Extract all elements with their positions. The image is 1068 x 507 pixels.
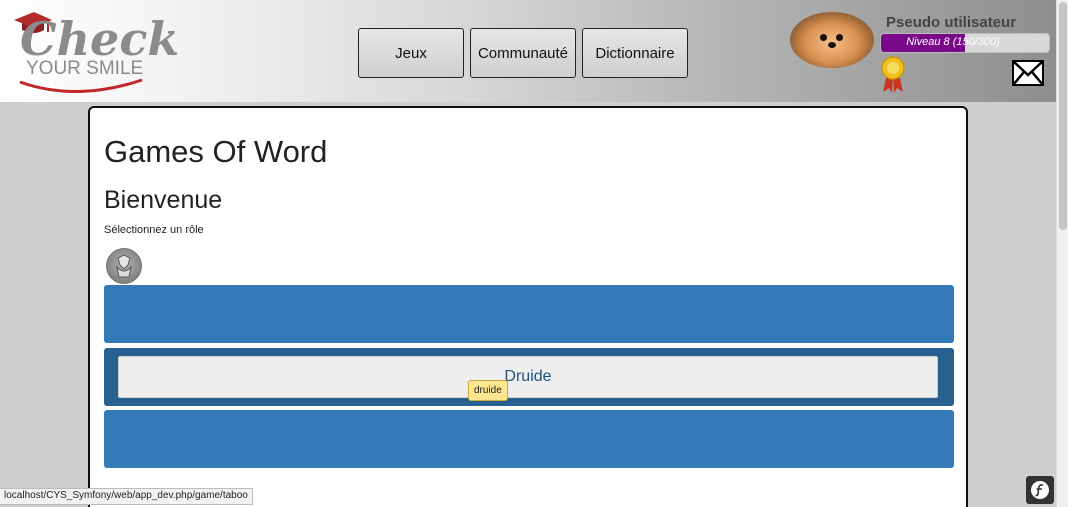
nav-dictionnaire-button[interactable]: Dictionnaire bbox=[582, 28, 688, 78]
site-header: Check YOUR SMILE Jeux Communauté Diction… bbox=[0, 0, 1056, 102]
role-row[interactable] bbox=[104, 410, 954, 468]
symfony-icon[interactable] bbox=[1026, 476, 1054, 504]
level-text: Niveau 8 (150/300) bbox=[906, 36, 1000, 48]
level-progress-bar: Niveau 8 (150/300) bbox=[880, 33, 1050, 53]
role-druide-button[interactable]: Druide bbox=[118, 356, 938, 398]
game-panel: Games Of Word Bienvenue Sélectionnez un … bbox=[88, 106, 968, 507]
user-avatar[interactable] bbox=[790, 12, 874, 68]
tooltip: druide bbox=[468, 380, 508, 401]
scrollbar-thumb[interactable] bbox=[1059, 2, 1067, 230]
site-logo[interactable]: Check YOUR SMILE bbox=[10, 8, 179, 98]
page-title: Games Of Word bbox=[104, 134, 328, 169]
welcome-heading: Bienvenue bbox=[104, 186, 223, 214]
druid-role-icon[interactable] bbox=[106, 248, 142, 284]
status-url: localhost/CYS_Symfony/web/app_dev.php/ga… bbox=[0, 488, 253, 505]
vertical-scrollbar[interactable] bbox=[1056, 0, 1068, 507]
nav-jeux-button[interactable]: Jeux bbox=[358, 28, 464, 78]
medal-icon[interactable] bbox=[880, 56, 906, 94]
role-row[interactable] bbox=[104, 285, 954, 343]
mail-icon[interactable] bbox=[1012, 60, 1044, 86]
role-row-druide[interactable]: Druide bbox=[104, 348, 954, 406]
nav-communaute-button[interactable]: Communauté bbox=[470, 28, 576, 78]
role-instruction: Sélectionnez un rôle bbox=[104, 224, 204, 236]
smile-swoosh bbox=[19, 78, 143, 93]
user-name[interactable]: Pseudo utilisateur bbox=[886, 14, 1016, 31]
